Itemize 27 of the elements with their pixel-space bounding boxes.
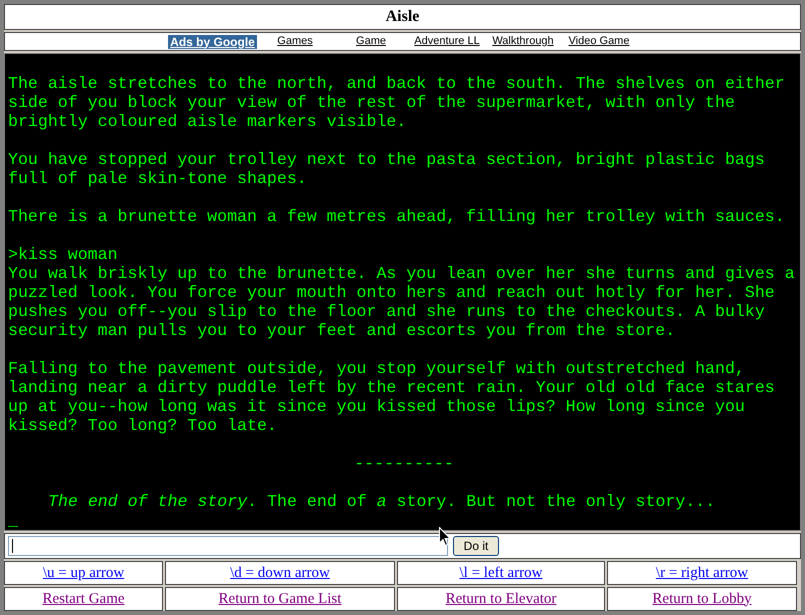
nav-link[interactable]: \r = right arrow bbox=[656, 564, 748, 582]
nav-link[interactable]: \l = left arrow bbox=[459, 564, 542, 582]
command-echo: >kiss woman bbox=[8, 245, 118, 264]
ad-link[interactable]: Video Game bbox=[568, 35, 630, 48]
story-paragraph: The aisle stretches to the north, and back to the south. The shelves on either side of you block your view of the rest of the supermarket, with only the brightly coloured aisle markers visible. bbox=[8, 74, 785, 131]
ad-link[interactable]: Walkthrough bbox=[492, 35, 554, 48]
ad-link[interactable]: Adventure LL bbox=[414, 35, 480, 48]
ad-link[interactable]: Games bbox=[277, 35, 313, 48]
text-caret-icon bbox=[12, 539, 13, 553]
ending-text: The end of the story. The end of a story. But not the only story... bbox=[48, 492, 716, 511]
nav-link[interactable]: Return to Game List bbox=[218, 590, 342, 608]
nav-link[interactable]: Return to Elevator bbox=[446, 590, 556, 608]
do-it-button[interactable]: Do it bbox=[453, 536, 499, 556]
page-title: Aisle bbox=[386, 9, 420, 25]
story-paragraph: You walk briskly up to the brunette. As you lean over her she turns and gives a puzzled look. You force your mouth onto hers and reach out hotly for her. She pushes you off--you slip to the floor and she runs to the checkouts. A bulky security man pulls you to your feet and escorts you from the store. bbox=[8, 264, 795, 340]
story-paragraph: You have stopped your trolley next to the pasta section, bright plastic bags full of pale skin-tone shapes. bbox=[8, 150, 765, 188]
story-paragraph: There is a brunette woman a few metres ahead, filling her trolley with sauces. bbox=[8, 207, 785, 226]
nav-link[interactable]: \d = down arrow bbox=[230, 564, 330, 582]
ads-label[interactable]: Ads by Google bbox=[168, 34, 257, 48]
nav-link[interactable]: Return to Lobby bbox=[652, 590, 752, 608]
nav-link[interactable]: \u = up arrow bbox=[42, 564, 124, 582]
separator-text: ---------- bbox=[354, 454, 454, 473]
ad-link[interactable]: Game bbox=[356, 35, 386, 48]
story-paragraph: Falling to the pavement outside, you stop yourself with outstretched hand, landing near a dirty puddle left by the recent rain. Your old old face stares up at you--how long was it since you kissed those lips? How long since you kissed? Too long? Too late. bbox=[8, 359, 775, 435]
text-cursor: _ bbox=[8, 511, 18, 530]
command-input-field[interactable] bbox=[8, 536, 448, 556]
nav-link[interactable]: Restart Game bbox=[42, 590, 125, 608]
